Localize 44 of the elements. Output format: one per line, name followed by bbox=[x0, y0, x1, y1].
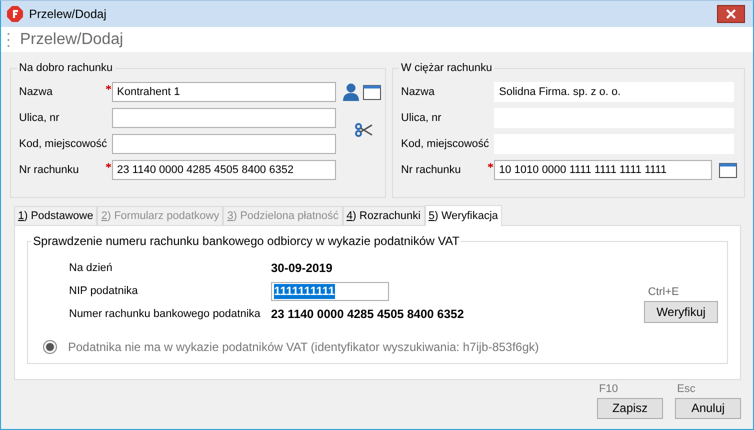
shortcut-hint: Esc bbox=[677, 382, 696, 397]
tab[interactable]: 1) Podstawowe bbox=[14, 206, 98, 225]
field-value: 30-09-2019 bbox=[271, 260, 332, 277]
field-label: Na dzień bbox=[69, 260, 114, 276]
tab[interactable]: 5) Weryfikacja bbox=[424, 205, 502, 226]
group-title: Sprawdzenie numeru rachunku bankowego odbiorcy w wykazie podatników VAT bbox=[32, 233, 460, 250]
page-title: Przelew/Dodaj bbox=[20, 30, 124, 50]
dialog-button[interactable]: Zapisz bbox=[597, 398, 663, 418]
field-label: Ulica, nr bbox=[401, 110, 442, 124]
field-label: Nazwa bbox=[401, 84, 436, 98]
shortcut-hint: Ctrl+E bbox=[648, 285, 679, 300]
input-field[interactable]: 10 1010 0000 1111 1111 1111 1111 bbox=[494, 160, 712, 180]
input-field[interactable]: Kontrahent 1 bbox=[112, 82, 336, 102]
input-field[interactable]: 23 1140 0000 4285 4505 8400 6352 bbox=[112, 160, 336, 180]
input-field[interactable] bbox=[112, 134, 336, 154]
nip-field[interactable]: 1111111111 bbox=[271, 282, 389, 300]
grip-icon bbox=[7, 32, 10, 48]
field-label: Kod, miejscowość bbox=[401, 136, 488, 150]
field-label: Ulica, nr bbox=[19, 110, 60, 124]
folder-icon[interactable] bbox=[363, 84, 381, 100]
field-value: 23 1140 0000 4285 4505 8400 6352 bbox=[271, 306, 464, 323]
field-label: NIP podatnika bbox=[69, 284, 139, 299]
input-field[interactable]: Solidna Firma. sp. z o. o. bbox=[494, 82, 734, 102]
window-title: Przelew/Dodaj bbox=[29, 6, 106, 23]
person-icon[interactable] bbox=[343, 82, 359, 100]
app-logo-icon bbox=[7, 6, 23, 22]
dialog-button[interactable]: Anuluj bbox=[675, 398, 741, 418]
radio-button[interactable] bbox=[43, 340, 57, 354]
tab[interactable]: 4) Rozrachunki bbox=[342, 206, 425, 225]
shortcut-hint: F10 bbox=[599, 382, 619, 397]
group-title: Na dobro rachunku bbox=[18, 61, 114, 76]
verify-button[interactable]: Weryfikuj bbox=[644, 300, 718, 322]
result-label: Podatnika nie ma w wykazie podatników VAT (identyfikator wyszukiwania: h7ijb-853f6gk) bbox=[68, 339, 539, 356]
group-title: W ciężar rachunku bbox=[400, 61, 494, 76]
folder-icon[interactable] bbox=[719, 162, 737, 178]
field-label: Nazwa bbox=[19, 84, 54, 98]
input-field[interactable] bbox=[112, 108, 336, 128]
field-label: Kod, miejscowość bbox=[19, 136, 106, 150]
field-label: Nr rachunku bbox=[19, 162, 80, 176]
scissors-icon[interactable] bbox=[355, 122, 373, 136]
field-label: Numer rachunku bankowego podatnika bbox=[69, 306, 262, 322]
close-button[interactable] bbox=[717, 5, 745, 23]
close-icon[interactable] bbox=[726, 9, 736, 19]
field-label: Nr rachunku bbox=[401, 162, 462, 176]
